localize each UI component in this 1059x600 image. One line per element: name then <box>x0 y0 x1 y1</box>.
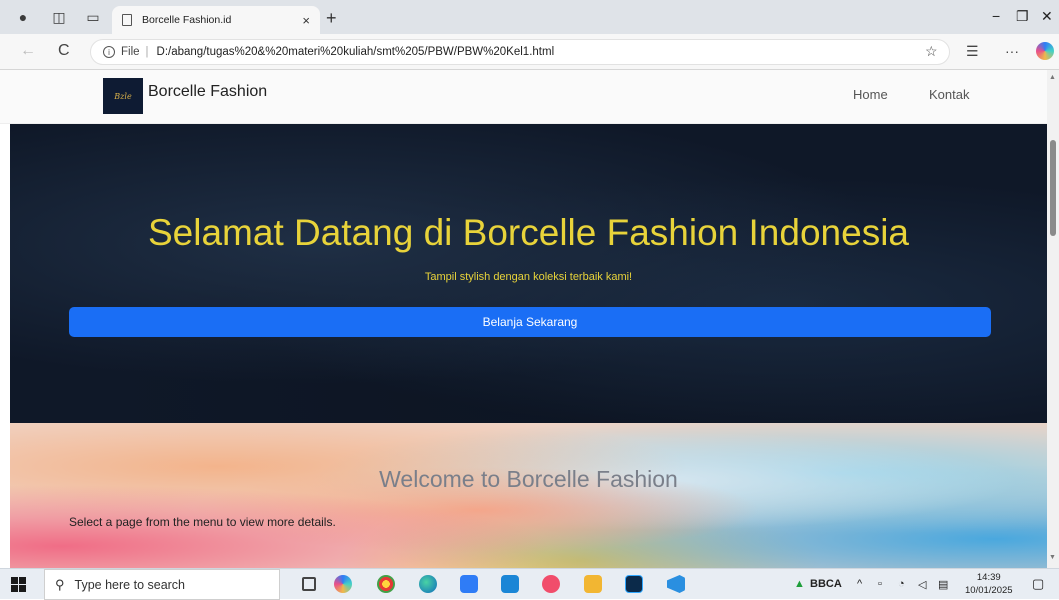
url-scheme-label: File <box>121 46 140 58</box>
shop-now-button[interactable]: Belanja Sekarang <box>69 307 991 337</box>
favorite-star-icon[interactable]: ☆ <box>925 43 938 60</box>
copilot-taskbar-icon[interactable] <box>334 575 352 593</box>
more-options-icon[interactable]: ··· <box>1005 43 1019 59</box>
scroll-up-icon[interactable]: ▲ <box>1049 74 1056 81</box>
close-tab-icon[interactable]: × <box>302 13 310 28</box>
restore-icon[interactable]: ❐ <box>1016 8 1029 25</box>
clock-time: 14:39 <box>976 572 1001 583</box>
wifi-icon[interactable]: ◔ <box>898 578 905 590</box>
tab-title: Borcelle Fashion.id <box>142 14 232 26</box>
network-icon[interactable]: ▫ <box>878 578 882 590</box>
page-viewport: Bzle Borcelle Fashion Home Kontak Selama… <box>0 70 1047 568</box>
browser-tab[interactable]: Borcelle Fashion.id × <box>112 6 320 34</box>
input-language-icon[interactable]: ▤ <box>938 578 948 591</box>
page-scrollbar[interactable]: ▲ ▼ <box>1047 70 1059 568</box>
app-icon[interactable] <box>542 575 560 593</box>
url-text[interactable]: D:/abang/tugas%20&%20materi%20kuliah/smt… <box>157 46 555 58</box>
tab-actions-icon[interactable]: ▭ <box>78 2 108 32</box>
file-explorer-icon[interactable] <box>584 575 602 593</box>
windows-start-icon[interactable] <box>11 577 26 592</box>
collections-icon[interactable]: ◫ <box>44 2 74 32</box>
vscode-icon[interactable] <box>667 575 685 593</box>
welcome-text: Select a page from the menu to view more… <box>69 515 336 529</box>
edge-icon[interactable] <box>419 575 437 593</box>
task-view-icon[interactable] <box>302 577 316 591</box>
minimize-icon[interactable]: − <box>992 8 1000 24</box>
welcome-title: Welcome to Borcelle Fashion <box>379 466 678 492</box>
info-icon[interactable]: i <box>103 46 115 58</box>
scrollbar-thumb[interactable] <box>1050 140 1056 236</box>
photoshop-icon[interactable] <box>625 575 643 593</box>
stock-ticker[interactable]: BBCA <box>810 578 842 590</box>
search-icon: ⚲ <box>55 576 65 592</box>
store-icon[interactable] <box>460 575 478 593</box>
mail-icon[interactable] <box>501 575 519 593</box>
brand-name[interactable]: Borcelle Fashion <box>148 83 267 101</box>
profile-icon[interactable]: ● <box>8 2 38 32</box>
taskbar-search[interactable]: ⚲ Type here to search <box>44 569 280 600</box>
refresh-icon[interactable]: C <box>58 42 70 60</box>
scroll-down-icon[interactable]: ▼ <box>1049 554 1056 561</box>
volume-icon[interactable]: ◁ <box>918 578 926 591</box>
nav-link-home[interactable]: Home <box>853 87 888 102</box>
taskbar-search-placeholder: Type here to search <box>74 577 186 592</box>
windows-taskbar: ⚲ Type here to search ▲ BBCA ^ ▫ ◔ ◁ ▤ 1… <box>0 568 1059 600</box>
new-tab-button[interactable]: + <box>326 8 337 29</box>
hero-subtitle: Tampil stylish dengan koleksi terbaik ka… <box>424 271 633 283</box>
notifications-icon[interactable]: ▢ <box>1032 576 1044 592</box>
hero-section: Selamat Datang di Borcelle Fashion Indon… <box>10 124 1047 423</box>
logo-text: Bzle <box>114 91 132 101</box>
tray-chevron-icon[interactable]: ^ <box>857 578 862 590</box>
stock-up-icon: ▲ <box>794 578 805 590</box>
taskbar-clock[interactable]: 14:39 10/01/2025 <box>965 571 1013 597</box>
address-bar[interactable]: i File | D:/abang/tugas%20&%20materi%20k… <box>90 39 950 65</box>
brand-logo[interactable]: Bzle <box>103 78 143 114</box>
url-separator: | <box>145 46 149 58</box>
welcome-section: Welcome to Borcelle Fashion Select a pag… <box>10 423 1047 568</box>
chrome-icon[interactable] <box>377 575 395 593</box>
address-toolbar: ← C i File | D:/abang/tugas%20&%20materi… <box>0 34 1059 70</box>
clock-date: 10/01/2025 <box>965 585 1013 596</box>
site-navbar: Bzle Borcelle Fashion Home Kontak <box>0 70 1047 124</box>
close-window-icon[interactable]: ✕ <box>1041 8 1053 25</box>
nav-link-kontak[interactable]: Kontak <box>929 87 969 102</box>
page-icon <box>122 14 132 26</box>
back-icon[interactable]: ← <box>20 42 36 60</box>
copilot-icon[interactable] <box>1036 42 1054 60</box>
favorites-list-icon[interactable]: ☰ <box>966 43 979 60</box>
hero-title: Selamat Datang di Borcelle Fashion Indon… <box>147 212 909 253</box>
